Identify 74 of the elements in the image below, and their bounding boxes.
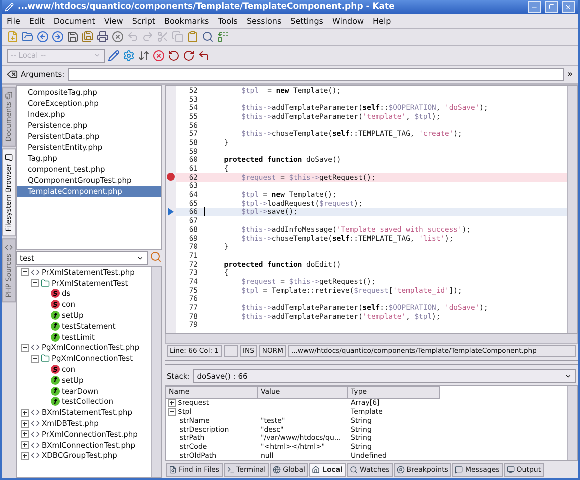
- status-field: [224, 345, 238, 357]
- code-file-icon: [31, 451, 40, 460]
- menu-item[interactable]: Bookmarks: [164, 16, 210, 26]
- menu-item[interactable]: File: [7, 16, 20, 26]
- code-file-icon: [31, 343, 40, 352]
- replace-icon[interactable]: [217, 31, 229, 43]
- code-file-icon: [31, 419, 40, 428]
- code-file-icon: [31, 268, 40, 277]
- close-icon[interactable]: [112, 31, 124, 43]
- menu-item[interactable]: Script: [132, 16, 156, 26]
- scrollbar[interactable]: [165, 334, 578, 344]
- pencil-icon[interactable]: [108, 50, 120, 62]
- collapse-icon[interactable]: [21, 268, 29, 276]
- collapse-icon[interactable]: [168, 408, 176, 416]
- forward-icon[interactable]: [52, 31, 64, 43]
- menu-item[interactable]: Document: [54, 16, 96, 26]
- locate-icon[interactable]: [150, 251, 162, 263]
- collapse-icon[interactable]: [31, 354, 39, 363]
- menu-item[interactable]: Help: [373, 16, 392, 26]
- monitor-icon: [506, 466, 515, 474]
- code-file-icon: [31, 430, 40, 439]
- expand-icon[interactable]: [168, 399, 176, 408]
- collapse-icon[interactable]: [21, 344, 29, 352]
- file-search-icon: [169, 466, 177, 474]
- breakpoint-icon[interactable]: [167, 173, 175, 182]
- house-icon: [312, 466, 320, 474]
- scrollbar[interactable]: [567, 386, 577, 460]
- caret-icon: [94, 52, 101, 59]
- sort-icon[interactable]: [138, 50, 150, 62]
- code-file-icon: [31, 440, 40, 450]
- printer-icon[interactable]: [97, 31, 109, 43]
- menu-item[interactable]: Window: [332, 16, 364, 26]
- stop-icon: [396, 466, 405, 474]
- close-icon: [565, 4, 572, 10]
- scrollbar[interactable]: [151, 267, 161, 477]
- expand-icon[interactable]: [21, 441, 29, 450]
- expand-icon[interactable]: [21, 452, 29, 460]
- app-icon: [5, 2, 14, 12]
- code-file-icon: [31, 408, 40, 418]
- menu-item[interactable]: Settings: [290, 16, 324, 26]
- gear-icon[interactable]: [123, 50, 135, 62]
- expand-icon[interactable]: [21, 430, 29, 438]
- search-icon[interactable]: [202, 31, 214, 43]
- open-folder-icon[interactable]: [22, 31, 34, 43]
- code-icon: [5, 244, 13, 252]
- documents-icon: [5, 92, 13, 100]
- minimize-button[interactable]: [528, 1, 541, 13]
- caret-icon: [565, 372, 572, 380]
- back-icon[interactable]: [37, 31, 49, 43]
- stop-icon[interactable]: [153, 50, 165, 62]
- expand-icon[interactable]: [21, 408, 29, 417]
- menu-item[interactable]: Edit: [29, 16, 45, 26]
- clipboard-icon[interactable]: [187, 31, 199, 43]
- search-icon: [350, 466, 358, 474]
- terminal-icon: [226, 466, 235, 474]
- caret-icon: [137, 254, 144, 262]
- scrollbar[interactable]: [567, 86, 577, 333]
- save-all-icon[interactable]: [82, 31, 94, 43]
- globe-icon: [273, 466, 282, 474]
- menu-item[interactable]: Tools: [218, 16, 238, 26]
- close-button[interactable]: [562, 1, 575, 13]
- window-title: ...www/htdocs/quantico/components/Template/TemplateComponent.php - Kate: [18, 2, 396, 12]
- collapse-icon[interactable]: [31, 279, 39, 288]
- expand-icon[interactable]: [21, 420, 29, 428]
- code-editor[interactable]: [165, 85, 578, 334]
- maximize-button[interactable]: [545, 1, 558, 13]
- menu-item[interactable]: Sessions: [246, 16, 282, 26]
- menu-item[interactable]: View: [104, 16, 124, 26]
- arguments-field[interactable]: [68, 68, 564, 81]
- chat-icon: [455, 466, 464, 474]
- maximize-icon: [548, 4, 554, 10]
- save-icon[interactable]: [67, 31, 79, 43]
- clear-icon[interactable]: [7, 69, 18, 80]
- more-button[interactable]: »: [567, 70, 573, 80]
